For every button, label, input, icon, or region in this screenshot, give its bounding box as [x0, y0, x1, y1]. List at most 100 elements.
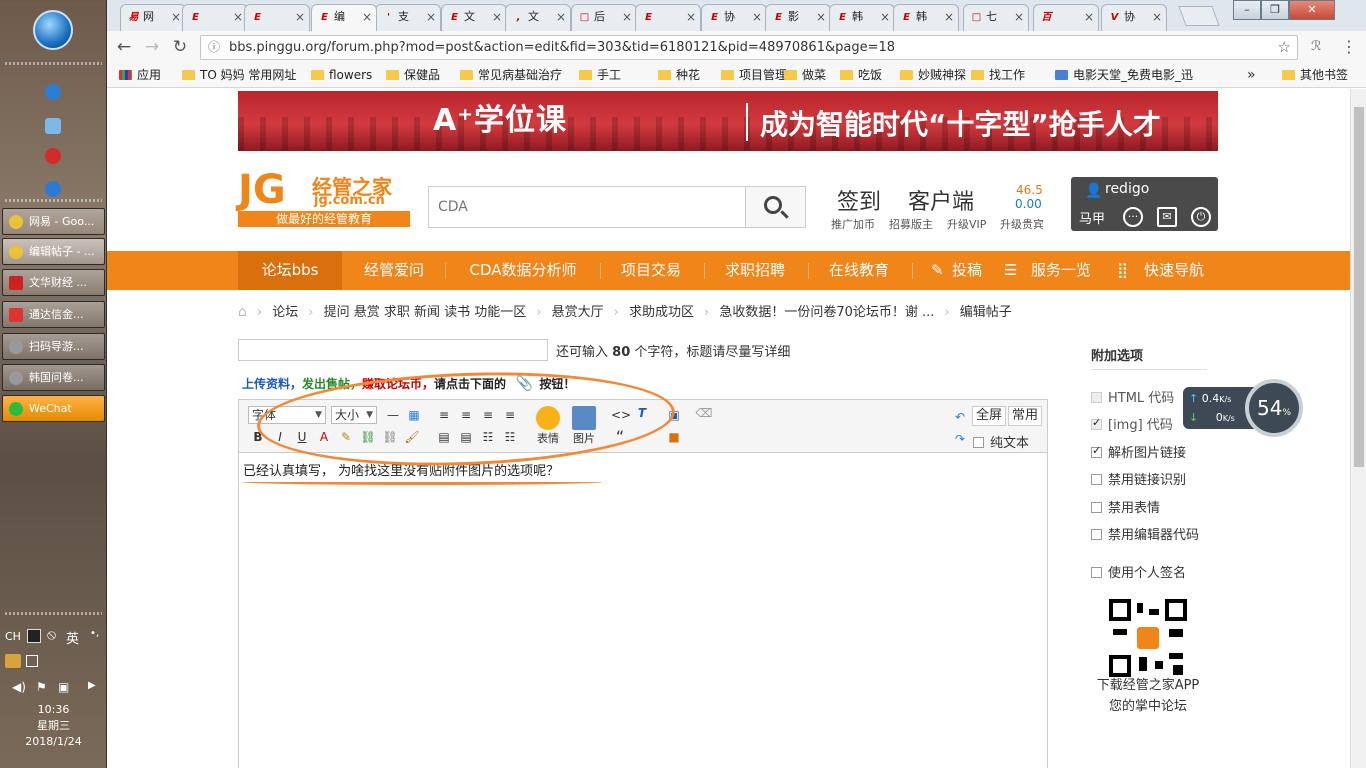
- bookmark-item[interactable]: flowers: [309, 67, 372, 84]
- tab-close-icon[interactable]: ×: [556, 5, 566, 29]
- task-chrome-netease[interactable]: 网易 - Goo...: [2, 208, 105, 235]
- maximize-button[interactable]: ❐: [1261, 0, 1289, 20]
- ime-lang[interactable]: 英: [66, 628, 79, 647]
- justify-button[interactable]: ≡: [501, 406, 519, 424]
- task-wechat[interactable]: WeChat: [2, 395, 105, 422]
- browser-tab[interactable]: V 协 ×: [1101, 4, 1167, 31]
- other-bookmarks[interactable]: 其他书签: [1280, 67, 1348, 84]
- nav-services[interactable]: ☰ 服务一览: [1002, 251, 1100, 290]
- float-right-button[interactable]: ▤: [457, 428, 475, 446]
- browser-tab[interactable]: E 影 ×: [765, 4, 831, 31]
- browser-tab[interactable]: 易网 ×: [120, 4, 186, 31]
- tab-close-icon[interactable]: ×: [622, 5, 632, 29]
- align-center-button[interactable]: ≡: [457, 406, 475, 424]
- bookmark-item[interactable]: 常见病基础治疗: [458, 67, 562, 84]
- browser-tab[interactable]: □ 后 ×: [571, 4, 637, 31]
- crumb-forum[interactable]: 论坛: [272, 305, 298, 320]
- client-link[interactable]: 客户端: [908, 184, 974, 216]
- browser-tab[interactable]: , 文 ×: [505, 4, 571, 31]
- upgrade-vip-link[interactable]: 升级VIP: [947, 216, 986, 232]
- bookmark-item[interactable]: 手工: [577, 67, 621, 84]
- task-scan-guide[interactable]: 扫码导游...: [2, 333, 105, 360]
- bookmark-item[interactable]: 吃饭: [838, 67, 882, 84]
- tab-close-icon[interactable]: ×: [686, 5, 696, 29]
- tab-close-icon[interactable]: ×: [880, 5, 890, 29]
- bookmark-item[interactable]: 项目管理: [719, 67, 787, 84]
- tab-close-icon[interactable]: ×: [295, 5, 305, 29]
- nav-quick[interactable]: ⣿ 快速导航: [1115, 251, 1211, 290]
- alias-link[interactable]: 马甲: [1079, 208, 1105, 227]
- crumb-section[interactable]: 提问 悬赏 求职 新闻 读书 功能一区: [324, 305, 527, 320]
- bookmark-item[interactable]: 种花: [656, 67, 700, 84]
- mail-icon[interactable]: ✉: [1157, 207, 1177, 227]
- tab-close-icon[interactable]: ×: [492, 5, 502, 29]
- tab-close-icon[interactable]: ×: [752, 5, 762, 29]
- font-select[interactable]: 字体 ▼: [248, 406, 326, 424]
- hr-button[interactable]: —: [384, 406, 402, 424]
- nav-submit[interactable]: ✎ 投稿: [929, 251, 987, 290]
- bookmark-item[interactable]: 保健品: [384, 67, 440, 84]
- flag-icon[interactable]: ⚑: [36, 680, 47, 694]
- opt-signature[interactable]: 使用个人签名: [1091, 562, 1186, 581]
- browser-tab[interactable]: E 协 ×: [701, 4, 767, 31]
- ime-punct-icon[interactable]: •,: [90, 628, 99, 639]
- font-color-button[interactable]: A: [315, 428, 333, 446]
- nav-education[interactable]: 在线教育: [814, 251, 904, 290]
- ime-keyboard-icon[interactable]: [27, 629, 41, 643]
- size-select[interactable]: 大小 ▼: [331, 406, 377, 424]
- nav-trade[interactable]: 项目交易: [606, 251, 696, 290]
- ad-banner[interactable]: A⁺学位课 成为智能时代“十字型”抢手人才: [238, 91, 1218, 151]
- tray-monitor-icon[interactable]: [26, 655, 38, 667]
- browser-tab[interactable]: E ×: [182, 4, 248, 31]
- editor-content[interactable]: 已经认真填写， 为啥找这里没有贴附件图片的选项呢？: [243, 460, 559, 479]
- tab-close-icon[interactable]: ×: [1084, 5, 1094, 29]
- align-left-button[interactable]: ≡: [435, 406, 453, 424]
- plaintext-toggle[interactable]: 纯文本: [973, 432, 1029, 451]
- task-korea-survey[interactable]: 韩国问卷...: [2, 364, 105, 391]
- browser-tab[interactable]: E 韩 ×: [829, 4, 895, 31]
- tab-close-icon[interactable]: ×: [233, 5, 243, 29]
- nav-ask[interactable]: 经管爱问: [348, 251, 440, 290]
- code-button[interactable]: <>: [611, 406, 631, 424]
- task-chrome-edit-post[interactable]: 编辑帖子 - ...: [2, 238, 105, 265]
- plaintext-checkbox[interactable]: [973, 437, 984, 448]
- minimize-button[interactable]: –: [1233, 0, 1261, 20]
- scrollbar-thumb[interactable]: [1354, 107, 1364, 467]
- username-link[interactable]: redigo: [1105, 181, 1149, 197]
- tab-close-icon[interactable]: ×: [362, 5, 372, 29]
- disable-smilies-checkbox[interactable]: [1091, 502, 1102, 513]
- parse-img-checkbox[interactable]: [1091, 444, 1102, 458]
- site-logo[interactable]: JG 经管之家 jg.com.cn 做最好的经管教育: [238, 169, 410, 227]
- tab-close-icon[interactable]: ×: [1014, 5, 1024, 29]
- clear-format-button[interactable]: ⌫: [695, 404, 713, 422]
- align-right-button[interactable]: ≡: [479, 406, 497, 424]
- signature-checkbox[interactable]: [1091, 567, 1102, 578]
- checkin-link[interactable]: 签到: [837, 184, 881, 216]
- close-window-button[interactable]: ✕: [1289, 0, 1335, 20]
- smiley-button[interactable]: 表情: [531, 404, 565, 450]
- address-bar[interactable]: ⓘ bbs.pinggu.org/forum.php?mod=post&acti…: [200, 35, 1298, 60]
- unordered-list-button[interactable]: ☷: [501, 428, 519, 446]
- nav-cda[interactable]: CDA数据分析师: [451, 251, 595, 290]
- table-button[interactable]: ▦: [405, 406, 423, 424]
- float-left-button[interactable]: ▤: [435, 428, 453, 446]
- start-button[interactable]: [33, 10, 73, 50]
- tray-expand-icon[interactable]: ▶: [88, 680, 96, 691]
- post-title-input[interactable]: [238, 339, 548, 361]
- browser-tab[interactable]: E ×: [244, 4, 310, 31]
- browser-tab[interactable]: E ×: [635, 4, 701, 31]
- quote-button[interactable]: “: [611, 428, 629, 446]
- disable-editor-code-checkbox[interactable]: [1091, 529, 1102, 540]
- explorer-icon[interactable]: [45, 118, 61, 134]
- paperclip-icon[interactable]: 📎: [516, 376, 533, 392]
- highlight-button[interactable]: ✎: [337, 428, 355, 446]
- italic-button[interactable]: I: [271, 428, 289, 446]
- clock[interactable]: 10:36 星期三 2018/1/24: [0, 702, 107, 750]
- common-button[interactable]: 常用: [1008, 406, 1043, 426]
- img-code-checkbox[interactable]: [1091, 416, 1102, 430]
- browser-tab[interactable]: E 韩 ×: [893, 4, 959, 31]
- nav-bbs[interactable]: 论坛bbs: [238, 251, 342, 290]
- browser-tab[interactable]: □ 七 ×: [963, 4, 1029, 31]
- ime-indicator[interactable]: CH: [5, 630, 21, 643]
- browser-tab[interactable]: E 文 ×: [441, 4, 507, 31]
